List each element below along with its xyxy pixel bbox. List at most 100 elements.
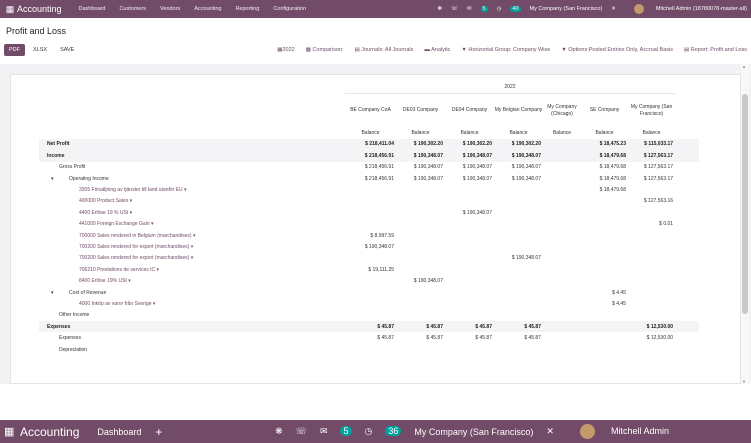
- row-label[interactable]: 4000 Inköp av varor från Sverige ▾: [39, 298, 345, 309]
- table-cell: [345, 287, 396, 298]
- balance-header-row: Balance Balance Balance Balance Balance …: [39, 127, 699, 138]
- row-label: Depreciation: [59, 346, 88, 353]
- table-row: Income $ 218,456.91 $ 190,348.07 $ 190,348.…: [39, 150, 700, 162]
- save-button[interactable]: SAVE: [55, 44, 79, 56]
- table-cell: [543, 207, 581, 218]
- table-cell: $ 218,456.91: [364, 164, 394, 171]
- table-cell: [581, 310, 628, 321]
- row-label[interactable]: 441000 Foreign Exchange Gain ▾: [39, 219, 345, 230]
- table-cell: [628, 298, 675, 309]
- table-row[interactable]: 400000 Product Sales ▾ $ 127,563.16: [39, 196, 699, 207]
- menu-vendors[interactable]: Vendors: [160, 6, 180, 12]
- menu-configuration[interactable]: Configuration: [273, 6, 306, 12]
- more-menu-button[interactable]: +: [155, 425, 162, 439]
- report-variant-filter[interactable]: ▤ Report: Profit and Loss: [684, 47, 747, 53]
- table-cell: [396, 241, 445, 252]
- table-cell: [581, 219, 628, 230]
- menu-customers[interactable]: Customers: [119, 6, 146, 12]
- bug-icon[interactable]: ❋: [437, 6, 442, 12]
- row-label[interactable]: 400000 Product Sales ▾: [39, 196, 345, 207]
- table-cell: [445, 298, 494, 309]
- table-cell: $ 45.87: [426, 335, 443, 342]
- activity-icon[interactable]: ◷ 40: [497, 6, 521, 12]
- table-cell: [628, 184, 675, 195]
- company-switcher[interactable]: My Company (San Francisco): [530, 6, 603, 12]
- caret-down-icon[interactable]: ▾: [51, 290, 54, 296]
- table-cell: [445, 310, 494, 321]
- table-cell: [396, 287, 445, 298]
- table-row[interactable]: 4000 Inköp av varor från Sverige ▾ $ 4.45: [39, 298, 699, 309]
- company-switcher[interactable]: My Company (San Francisco): [414, 427, 533, 437]
- date-filter[interactable]: ▦2022: [277, 47, 294, 53]
- table-row[interactable]: 700200 Sales rendered for export (marcha…: [39, 241, 699, 252]
- table-cell: [543, 332, 581, 343]
- apps-grid-icon[interactable]: ▦: [4, 425, 20, 438]
- user-menu[interactable]: Mitchell Admin: [567, 424, 669, 439]
- table-cell: [543, 230, 581, 241]
- row-label: Other Income: [59, 312, 90, 319]
- comparison-filter[interactable]: ▩ Comparison:: [306, 47, 344, 53]
- row-label[interactable]: 700200 Sales rendered for export (marcha…: [39, 241, 345, 252]
- scrollbar-thumb[interactable]: [742, 94, 748, 314]
- table-row: Expenses $ 45.87 $ 45.87 $ 45.87 $ 45.87 $ 12…: [39, 321, 700, 333]
- chat-icon[interactable]: ✉ 5: [467, 6, 488, 12]
- menu-dashboard[interactable]: Dashboard: [79, 6, 106, 12]
- pdf-button[interactable]: PDF: [4, 44, 25, 56]
- debug-tools-icon[interactable]: ✕: [611, 6, 616, 12]
- row-label[interactable]: 700200 Sales rendered for export (marcha…: [39, 253, 345, 264]
- table-row[interactable]: 4400 Erlöse 19 % USt ▾ $ 190,348.07: [39, 207, 699, 218]
- table-cell: [396, 219, 445, 230]
- row-label[interactable]: 706210 Prestations de services IC ▾: [39, 264, 345, 275]
- scroll-up-icon[interactable]: ▲: [742, 64, 746, 69]
- table-row[interactable]: 441000 Foreign Exchange Gain ▾ $ 0.01: [39, 219, 699, 230]
- chat-icon[interactable]: ✉ 5: [320, 426, 352, 437]
- row-label[interactable]: 700000 Sales rendered in Belgium (marcha…: [39, 230, 345, 241]
- table-cell: [345, 207, 396, 218]
- table-cell: $ 190,348.07: [511, 164, 541, 171]
- xlsx-button[interactable]: XLSX: [28, 44, 52, 56]
- table-row[interactable]: 706210 Prestations de services IC ▾ $ 19,…: [39, 264, 699, 275]
- table-row[interactable]: 8400 Erlöse 19% USt ▾ $ 190,348.07: [39, 275, 699, 286]
- balance-header: Balance: [642, 129, 661, 136]
- table-cell: $ 190,348.07: [494, 150, 543, 162]
- table-cell: [543, 173, 581, 184]
- table-cell: $ 18,479.68: [599, 187, 626, 194]
- table-row[interactable]: 700000 Sales rendered in Belgium (marcha…: [39, 230, 699, 241]
- report-panel: 2022 BE Company CoA DE03 Company DE04 Co…: [0, 64, 751, 384]
- row-label[interactable]: 3305 Försäljning av tjänster till land u…: [39, 184, 345, 195]
- user-menu[interactable]: Mitchell Admin (18780078-master-all): [625, 4, 747, 14]
- table-row[interactable]: 700200 Sales rendered for export (marcha…: [39, 253, 699, 264]
- table-row[interactable]: 3305 Försäljning av tjänster till land u…: [39, 184, 699, 195]
- caret-down-icon[interactable]: ▾: [51, 176, 54, 182]
- horizontal-group-filter[interactable]: ▼ Horizontal Group: Company Wise: [461, 47, 550, 53]
- phone-icon[interactable]: ☏: [451, 6, 458, 12]
- options-filter[interactable]: ▼ Options:Posted Entries Only, Accrual B…: [561, 47, 673, 53]
- table-cell: [628, 241, 675, 252]
- menu-dashboard[interactable]: Dashboard: [97, 427, 141, 437]
- bug-icon[interactable]: ❋: [275, 426, 283, 437]
- balance-header: Balance: [509, 129, 528, 136]
- table-cell: [445, 253, 494, 264]
- apps-grid-icon[interactable]: ▦: [3, 4, 17, 15]
- table-cell: [543, 138, 581, 151]
- table-cell: [345, 344, 396, 355]
- phone-icon[interactable]: ☏: [296, 426, 307, 437]
- journals-filter[interactable]: ▤ Journals: All Journals: [355, 47, 414, 53]
- table-cell: [543, 287, 581, 298]
- table-cell: [494, 298, 543, 309]
- scroll-down-icon[interactable]: ▼: [742, 379, 746, 384]
- row-label[interactable]: 8400 Erlöse 19% USt ▾: [39, 275, 345, 286]
- activity-icon[interactable]: ◷ 36: [365, 426, 402, 437]
- table-cell: [494, 275, 543, 286]
- vertical-scrollbar[interactable]: ▲ ▼: [741, 64, 749, 384]
- menu-accounting[interactable]: Accounting: [194, 6, 221, 12]
- table-row: Other Income: [39, 310, 699, 321]
- table-cell: $ 45.87: [377, 335, 394, 342]
- app-name[interactable]: Accounting: [20, 425, 79, 439]
- app-name[interactable]: Accounting: [17, 4, 62, 14]
- menu-reporting[interactable]: Reporting: [235, 6, 259, 12]
- row-label[interactable]: 4400 Erlöse 19 % USt ▾: [39, 207, 345, 218]
- table-cell: [581, 196, 628, 207]
- debug-tools-icon[interactable]: ✕: [546, 426, 554, 437]
- analytic-filter[interactable]: ▬ Analytic: [424, 47, 450, 53]
